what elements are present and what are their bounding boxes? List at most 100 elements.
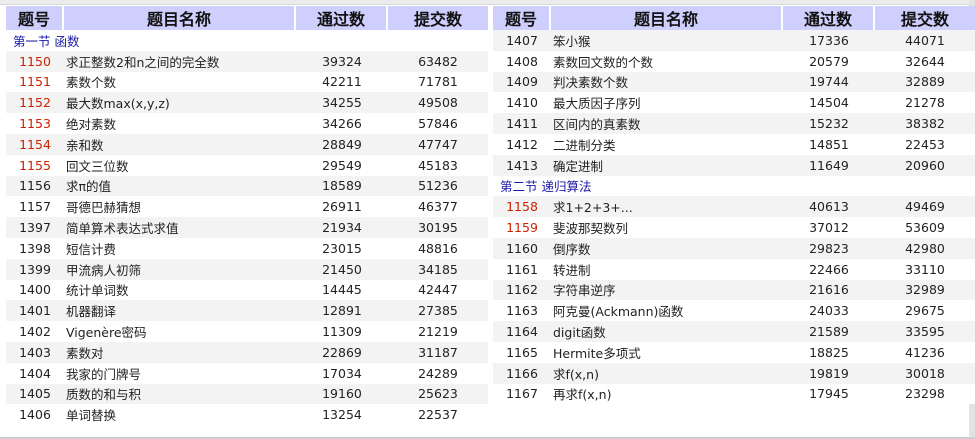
problem-row[interactable]: 1151 素数个数 42211 71781 <box>6 71 488 93</box>
problem-name-link[interactable]: 机器翻译 <box>64 300 296 322</box>
problem-name-link[interactable]: 斐波那契数列 <box>551 217 783 238</box>
problem-id[interactable]: 1159 <box>493 217 551 238</box>
problem-row[interactable]: 1158 求1+2+3+... 40613 49469 <box>493 196 975 218</box>
problem-name-link[interactable]: 判决素数个数 <box>551 71 783 93</box>
problem-row[interactable]: 1410 最大质因子序列 14504 21278 <box>493 92 975 114</box>
problem-name-link[interactable]: 素数对 <box>64 341 296 363</box>
problem-name-link[interactable]: 求1+2+3+... <box>551 196 783 218</box>
problem-row[interactable]: 1155 回文三位数 29549 45183 <box>6 154 488 176</box>
problem-name-link[interactable]: 转进制 <box>551 258 783 280</box>
problem-id[interactable]: 1161 <box>493 258 551 280</box>
problem-row[interactable]: 1159 斐波那契数列 37012 53609 <box>493 217 975 238</box>
problem-name-link[interactable]: Vigenère密码 <box>64 321 296 342</box>
problem-row[interactable]: 1397 简单算术表达式求值 21934 30195 <box>6 217 488 238</box>
problem-id[interactable]: 1404 <box>6 362 64 384</box>
problem-row[interactable]: 1154 亲和数 28849 47747 <box>6 133 488 155</box>
problem-row[interactable]: 1160 倒序数 29823 42980 <box>493 237 975 259</box>
problem-id[interactable]: 1398 <box>6 237 64 259</box>
problem-id[interactable]: 1407 <box>493 30 551 51</box>
problem-row[interactable]: 1407 笨小猴 17336 44071 <box>493 30 975 51</box>
problem-name-link[interactable]: 求f(x,n) <box>551 362 783 384</box>
problem-id[interactable]: 1164 <box>493 321 551 342</box>
problem-row[interactable]: 1150 求正整数2和n之间的完全数 39324 63482 <box>6 50 488 72</box>
problem-id[interactable]: 1405 <box>6 383 64 405</box>
problem-id[interactable]: 1397 <box>6 217 64 238</box>
problem-id[interactable]: 1157 <box>6 196 64 218</box>
problem-row[interactable]: 1412 二进制分类 14851 22453 <box>493 133 975 155</box>
problem-row[interactable]: 1402 Vigenère密码 11309 21219 <box>6 321 488 342</box>
problem-name-link[interactable]: Hermite多项式 <box>551 341 783 363</box>
problem-name-link[interactable]: 字符串逆序 <box>551 279 783 301</box>
problem-id[interactable]: 1158 <box>493 196 551 218</box>
problem-name-link[interactable]: 简单算术表达式求值 <box>64 217 296 238</box>
problem-id[interactable]: 1412 <box>493 133 551 155</box>
problem-id[interactable]: 1402 <box>6 321 64 342</box>
problem-id[interactable]: 1156 <box>6 175 64 197</box>
problem-name-link[interactable]: 回文三位数 <box>64 154 296 176</box>
problem-id[interactable]: 1413 <box>493 154 551 176</box>
problem-name-link[interactable]: 最大数max(x,y,z) <box>64 92 296 114</box>
problem-row[interactable]: 1409 判决素数个数 19744 32889 <box>493 71 975 93</box>
problem-row[interactable]: 1163 阿克曼(Ackmann)函数 24033 29675 <box>493 300 975 322</box>
problem-id[interactable]: 1160 <box>493 237 551 259</box>
problem-id[interactable]: 1154 <box>6 133 64 155</box>
problem-id[interactable]: 1406 <box>6 404 64 426</box>
problem-row[interactable]: 1166 求f(x,n) 19819 30018 <box>493 362 975 384</box>
problem-id[interactable]: 1165 <box>493 341 551 363</box>
problem-id[interactable]: 1166 <box>493 362 551 384</box>
problem-id[interactable]: 1399 <box>6 258 64 280</box>
problem-row[interactable]: 1411 区间内的真素数 15232 38382 <box>493 113 975 134</box>
problem-name-link[interactable]: 甲流病人初筛 <box>64 258 296 280</box>
problem-row[interactable]: 1405 质数的和与积 19160 25623 <box>6 383 488 405</box>
problem-row[interactable]: 1152 最大数max(x,y,z) 34255 49508 <box>6 92 488 114</box>
problem-name-link[interactable]: 求π的值 <box>64 175 296 197</box>
problem-id[interactable]: 1408 <box>493 50 551 72</box>
problem-id[interactable]: 1400 <box>6 279 64 301</box>
problem-id[interactable]: 1162 <box>493 279 551 301</box>
problem-id[interactable]: 1411 <box>493 113 551 134</box>
problem-name-link[interactable]: 亲和数 <box>64 133 296 155</box>
problem-id[interactable]: 1409 <box>493 71 551 93</box>
problem-id[interactable]: 1167 <box>493 383 551 405</box>
problem-id[interactable]: 1410 <box>493 92 551 114</box>
problem-id[interactable]: 1163 <box>493 300 551 322</box>
problem-name-link[interactable]: 哥德巴赫猜想 <box>64 196 296 218</box>
problem-name-link[interactable]: 统计单词数 <box>64 279 296 301</box>
problem-id[interactable]: 1150 <box>6 50 64 72</box>
problem-name-link[interactable]: 笨小猴 <box>551 30 783 51</box>
problem-id[interactable]: 1401 <box>6 300 64 322</box>
problem-name-link[interactable]: 绝对素数 <box>64 113 296 134</box>
problem-name-link[interactable]: 最大质因子序列 <box>551 92 783 114</box>
problem-name-link[interactable]: 素数回文数的个数 <box>551 50 783 72</box>
problem-name-link[interactable]: digit函数 <box>551 321 783 342</box>
problem-name-link[interactable]: 求正整数2和n之间的完全数 <box>64 50 296 72</box>
problem-id[interactable]: 1403 <box>6 341 64 363</box>
problem-name-link[interactable]: 区间内的真素数 <box>551 113 783 134</box>
problem-row[interactable]: 1408 素数回文数的个数 20579 32644 <box>493 50 975 72</box>
problem-name-link[interactable]: 素数个数 <box>64 71 296 93</box>
problem-row[interactable]: 1162 字符串逆序 21616 32989 <box>493 279 975 301</box>
problem-name-link[interactable]: 短信计费 <box>64 237 296 259</box>
problem-name-link[interactable]: 二进制分类 <box>551 133 783 155</box>
problem-row[interactable]: 1165 Hermite多项式 18825 41236 <box>493 341 975 363</box>
problem-row[interactable]: 1167 再求f(x,n) 17945 23298 <box>493 383 975 405</box>
problem-id[interactable]: 1155 <box>6 154 64 176</box>
problem-row[interactable]: 1398 短信计费 23015 48816 <box>6 237 488 259</box>
problem-id[interactable]: 1151 <box>6 71 64 93</box>
problem-row[interactable]: 1161 转进制 22466 33110 <box>493 258 975 280</box>
problem-row[interactable]: 1157 哥德巴赫猜想 26911 46377 <box>6 196 488 218</box>
problem-row[interactable]: 1399 甲流病人初筛 21450 34185 <box>6 258 488 280</box>
problem-name-link[interactable]: 倒序数 <box>551 237 783 259</box>
problem-row[interactable]: 1400 统计单词数 14445 42447 <box>6 279 488 301</box>
problem-row[interactable]: 1413 确定进制 11649 20960 <box>493 154 975 176</box>
problem-row[interactable]: 1403 素数对 22869 31187 <box>6 341 488 363</box>
problem-row[interactable]: 1406 单词替换 13254 22537 <box>6 404 488 426</box>
problem-name-link[interactable]: 确定进制 <box>551 154 783 176</box>
problem-id[interactable]: 1153 <box>6 113 64 134</box>
problem-row[interactable]: 1401 机器翻译 12891 27385 <box>6 300 488 322</box>
problem-name-link[interactable]: 单词替换 <box>64 404 296 426</box>
problem-name-link[interactable]: 我家的门牌号 <box>64 362 296 384</box>
problem-row[interactable]: 1404 我家的门牌号 17034 24289 <box>6 362 488 384</box>
problem-id[interactable]: 1152 <box>6 92 64 114</box>
problem-name-link[interactable]: 再求f(x,n) <box>551 383 783 405</box>
